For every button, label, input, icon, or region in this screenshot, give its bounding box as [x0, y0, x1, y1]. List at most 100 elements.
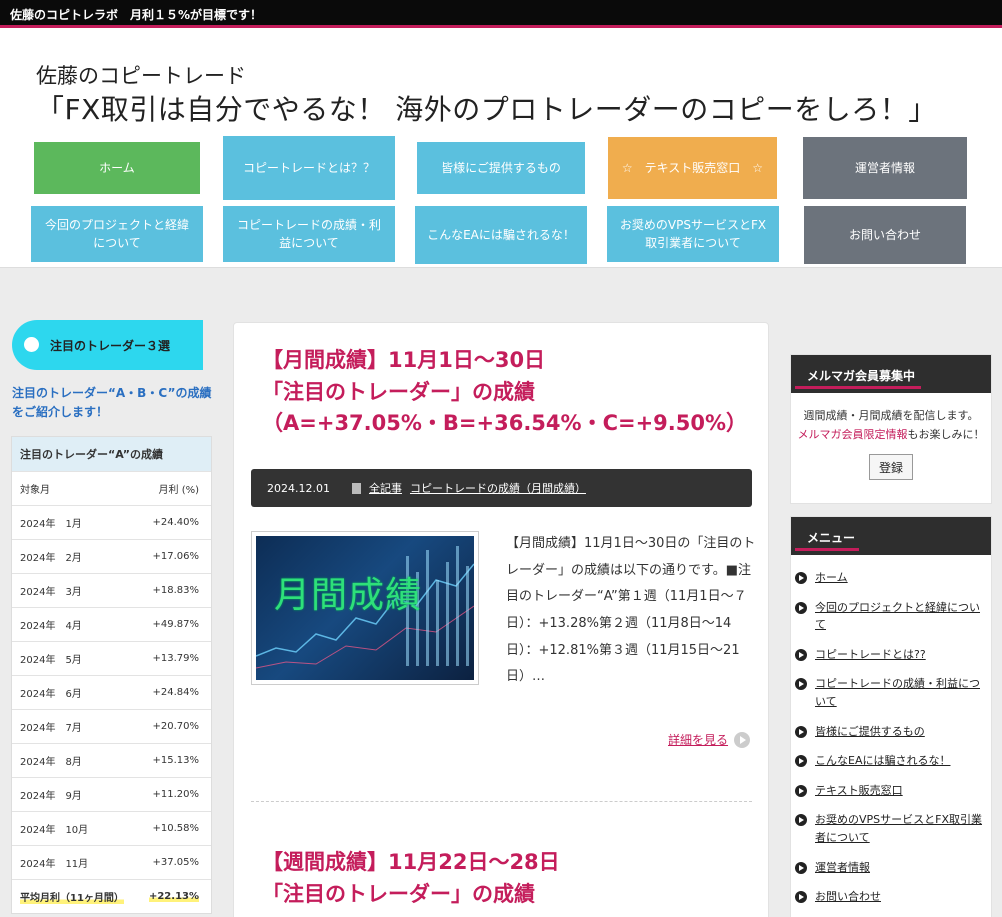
- nav-copytrade-about[interactable]: コピートレードとは？？: [223, 136, 395, 200]
- read-more-label: 詳細を見る: [668, 733, 729, 747]
- menu-item-link[interactable]: 運営者情報: [815, 861, 870, 874]
- post-title[interactable]: 【月間成績】11月1日～30日 「注目のトレーダー」の成績 （A=+37.05%…: [262, 345, 748, 440]
- table-row: 2024年 7月 +20.70%: [12, 709, 211, 743]
- featured-traders-heading: 注目のトレーダー３選: [12, 320, 203, 370]
- table-header-row: 対象月 月利 (%): [12, 471, 211, 505]
- mailmag-line1: 週間成績・月間成績を配信します。: [803, 409, 979, 422]
- post-meta-bar: 2024.12.01 全記事 コピートレードの成績（月間成績）: [251, 469, 752, 507]
- month-cell: 2024年 7月: [20, 723, 82, 734]
- table-row: 2024年 3月 +18.83%: [12, 573, 211, 607]
- return-cell: +10.58%: [152, 823, 199, 834]
- month-cell: 2024年 1月: [20, 519, 82, 530]
- table-row: 2024年 2月 +17.06%: [12, 539, 211, 573]
- arrow-circle-icon: [795, 725, 807, 738]
- nav-results-profit[interactable]: コピートレードの成績・利益について: [223, 206, 395, 262]
- month-cell: 2024年 10月: [20, 825, 89, 836]
- month-cell: 2024年 3月: [20, 587, 82, 598]
- return-cell: +17.06%: [152, 551, 199, 562]
- mailmag-line2: メルマガ会員限定情報もお楽しみに！: [791, 426, 991, 445]
- circle-icon: [24, 337, 39, 352]
- menu-item-link[interactable]: コピートレードとは??: [815, 648, 926, 661]
- return-cell: +13.79%: [152, 653, 199, 664]
- month-cell: 2024年 4月: [20, 621, 82, 632]
- return-cell: +11.20%: [152, 789, 199, 800]
- menu-item[interactable]: テキスト販売窓口: [795, 782, 985, 800]
- menu-item-link[interactable]: お問い合わせ: [815, 890, 881, 903]
- menu-item[interactable]: 今回のプロジェクトと経緯について: [795, 599, 985, 634]
- menu-item[interactable]: お奨めのVPSサービスとFX取引業者について: [795, 811, 985, 846]
- menu-item-link[interactable]: こんなEAには騙されるな！: [815, 754, 950, 767]
- menu-item[interactable]: 皆様にご提供するもの: [795, 723, 985, 741]
- table-row: 2024年 9月 +11.20%: [12, 777, 211, 811]
- menu-item[interactable]: お問い合わせ: [795, 888, 985, 906]
- site-title[interactable]: 「FX取引は自分でやるな！ 海外のプロトレーダーのコピーをしろ！」: [36, 88, 937, 128]
- post-title-line: （A=+37.05%・B=+36.54%・C=+9.50%）: [262, 411, 748, 435]
- average-value: +22.13%: [148, 891, 199, 902]
- menu-item[interactable]: ホーム: [795, 569, 985, 587]
- menu-item-link[interactable]: 皆様にご提供するもの: [815, 725, 925, 738]
- menu-item[interactable]: コピートレードとは??: [795, 646, 985, 664]
- post-excerpt: 【月間成績】11月1日～30日の「注目のトレーダー」の成績は以下の通りです。■注…: [506, 536, 756, 685]
- category-link[interactable]: コピートレードの成績（月間成績）: [410, 480, 586, 496]
- table-row: 2024年 8月 +15.13%: [12, 743, 211, 777]
- menu-item[interactable]: こんなEAには騙されるな！: [795, 752, 985, 770]
- thumbnail-caption: 月間成績: [274, 575, 423, 616]
- mailmag-title: メルマガ会員募集中: [807, 369, 916, 383]
- main-content: 【月間成績】11月1日～30日 「注目のトレーダー」の成績 （A=+37.05%…: [233, 322, 769, 917]
- table-row: 2024年 10月 +10.58%: [12, 811, 211, 845]
- table-row: 2024年 11月 +37.05%: [12, 845, 211, 879]
- post-title-line: 【週間成績】11月22日～28日: [262, 850, 560, 874]
- register-button[interactable]: 登録: [869, 454, 913, 481]
- site-subtitle[interactable]: 佐藤のコピートレード: [36, 60, 246, 90]
- nav-home[interactable]: ホーム: [34, 142, 200, 194]
- month-cell: 2024年 2月: [20, 553, 82, 564]
- menu-item-link[interactable]: テキスト販売窓口: [815, 784, 903, 797]
- arrow-circle-icon: [795, 784, 807, 797]
- arrow-circle-icon: [795, 861, 807, 874]
- top-bar-text: 佐藤のコピトレラボ 月利１５%が目標です！: [10, 8, 263, 22]
- nav-operator-info[interactable]: 運営者情報: [803, 137, 967, 199]
- arrow-circle-icon: [795, 891, 807, 904]
- nav-ea-warning[interactable]: こんなEAには騙されるな！: [415, 206, 587, 264]
- nav-offerings[interactable]: 皆様にご提供するもの: [417, 142, 585, 194]
- column-header-month: 対象月: [20, 485, 50, 496]
- arrow-circle-icon: [795, 678, 807, 691]
- table-caption: 注目のトレーダー“A”の成績: [12, 437, 211, 471]
- return-cell: +49.87%: [152, 619, 199, 630]
- column-header-return: 月利 (%): [158, 485, 199, 496]
- menu-item-link[interactable]: コピートレードの成績・利益について: [815, 677, 980, 708]
- post-title-line: 【月間成績】11月1日～30日: [262, 348, 546, 372]
- nav-text-sales[interactable]: ☆ テキスト販売窓口 ☆: [608, 137, 777, 199]
- category-link[interactable]: 全記事: [369, 480, 402, 496]
- heading-underline: [795, 386, 921, 389]
- month-cell: 2024年 6月: [20, 689, 82, 700]
- table-row: 2024年 6月 +24.84%: [12, 675, 211, 709]
- table-row: 2024年 4月 +49.87%: [12, 607, 211, 641]
- arrow-circle-icon: [795, 572, 807, 584]
- mailmag-heading: メルマガ会員募集中: [791, 355, 991, 393]
- nav-contact[interactable]: お問い合わせ: [804, 206, 966, 264]
- menu-item[interactable]: 運営者情報: [795, 859, 985, 877]
- mailmag-members-only: メルマガ会員限定情報: [797, 427, 908, 441]
- sidebar-menu-list: ホーム今回のプロジェクトと経緯についてコピートレードとは?? コピートレードの成績…: [791, 555, 991, 906]
- return-cell: +15.13%: [152, 755, 199, 766]
- month-cell: 2024年 9月: [20, 791, 82, 802]
- menu-item-link[interactable]: お奨めのVPSサービスとFX取引業者について: [815, 813, 982, 844]
- featured-traders-title: 注目のトレーダー３選: [50, 339, 171, 353]
- post-title[interactable]: 【週間成績】11月22日～28日 「注目のトレーダー」の成績: [262, 847, 742, 910]
- menu-title: メニュー: [807, 531, 856, 545]
- arrow-circle-icon: [795, 601, 807, 614]
- post-separator: [251, 801, 752, 802]
- menu-item-link[interactable]: 今回のプロジェクトと経緯について: [815, 601, 980, 632]
- nav-project-history[interactable]: 今回のプロジェクトと経緯について: [31, 206, 203, 262]
- nav-vps-brokers[interactable]: お奨めのVPSサービスとFX取引業者について: [607, 206, 779, 262]
- mailmag-description: 週間成績・月間成績を配信します。 メルマガ会員限定情報もお楽しみに！: [791, 393, 991, 444]
- mailmag-widget: メルマガ会員募集中 週間成績・月間成績を配信します。 メルマガ会員限定情報もお楽…: [790, 354, 992, 504]
- top-bar: 佐藤のコピトレラボ 月利１５%が目標です！: [0, 0, 1002, 28]
- post-thumbnail[interactable]: 月間成績: [251, 531, 479, 685]
- return-cell: +37.05%: [152, 857, 199, 868]
- read-more-link[interactable]: 詳細を見る: [668, 731, 751, 748]
- menu-item-link[interactable]: ホーム: [815, 571, 848, 584]
- post-date: 2024.12.01: [267, 481, 330, 495]
- menu-item[interactable]: コピートレードの成績・利益について: [795, 675, 985, 710]
